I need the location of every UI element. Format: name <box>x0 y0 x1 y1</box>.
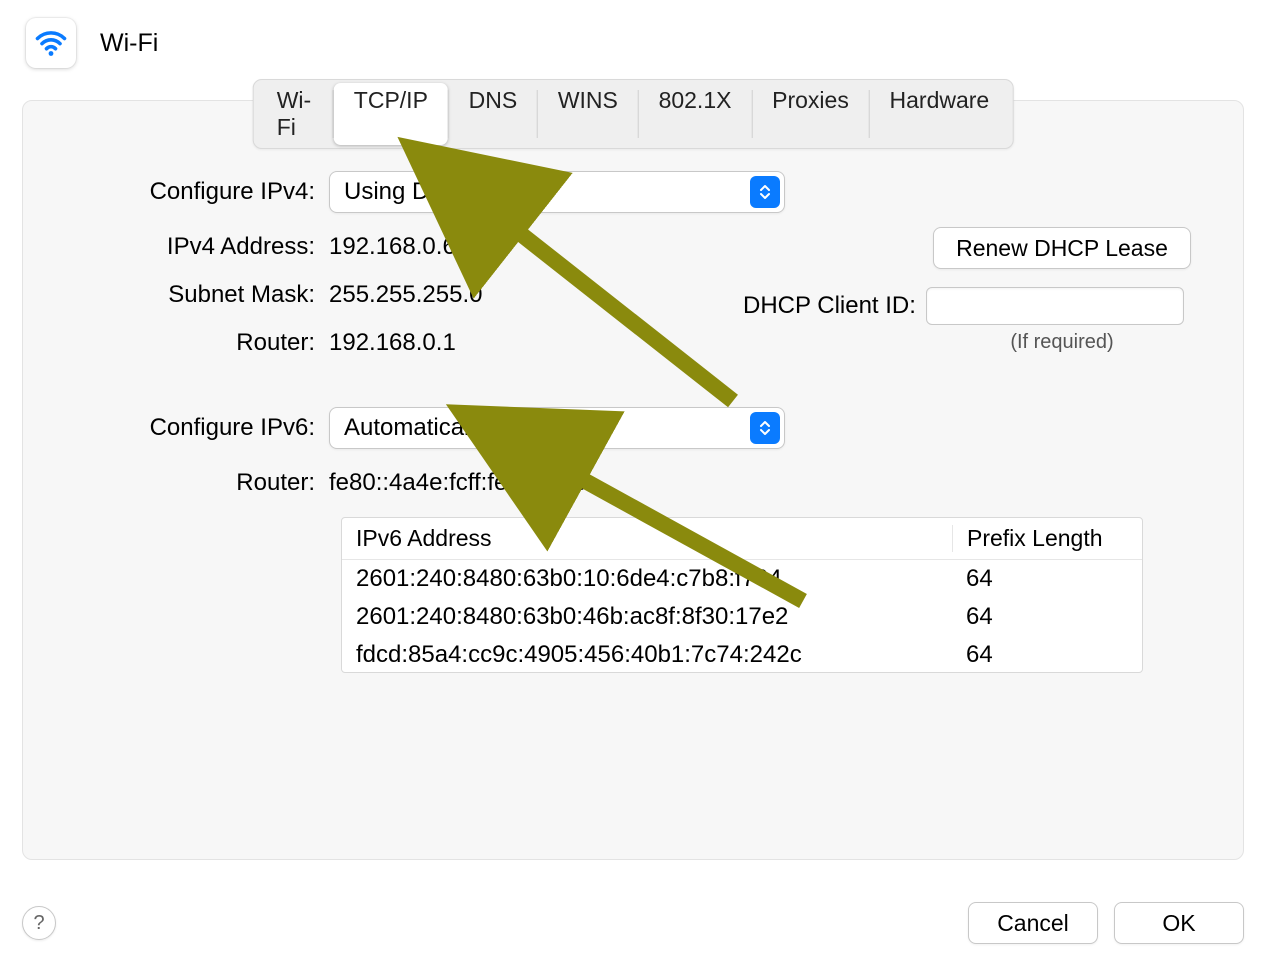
ipv6-router-label: Router: <box>71 469 329 497</box>
ipv4-address-label: IPv4 Address: <box>71 233 329 261</box>
ok-button[interactable]: OK <box>1114 902 1244 944</box>
configure-ipv6-select[interactable]: Automatically <box>329 407 785 449</box>
help-button[interactable]: ? <box>22 906 56 940</box>
header: Wi-Fi <box>0 0 1266 74</box>
main-panel-wrap: Wi-Fi TCP/IP DNS WINS 802.1X Proxies Har… <box>0 100 1266 860</box>
chevron-updown-icon <box>750 176 780 208</box>
ipv6-table-col-address[interactable]: IPv6 Address <box>342 525 952 552</box>
dhcp-client-id-input[interactable] <box>926 287 1184 325</box>
tab-bar: Wi-Fi TCP/IP DNS WINS 802.1X Proxies Har… <box>253 79 1014 149</box>
ipv6-router-value: fe80::4a4e:fcff:feb4:40fc <box>329 469 1195 497</box>
configure-ipv4-label: Configure IPv4: <box>71 178 329 206</box>
cancel-button[interactable]: Cancel <box>968 902 1098 944</box>
dhcp-actions: Renew DHCP Lease DHCP Client ID: (If req… <box>933 171 1195 354</box>
ipv6-table-col-prefix[interactable]: Prefix Length <box>952 525 1142 552</box>
renew-dhcp-lease-button[interactable]: Renew DHCP Lease <box>933 227 1191 269</box>
tab-proxies[interactable]: Proxies <box>752 83 869 145</box>
ipv6-address-table: IPv6 Address Prefix Length 2601:240:8480… <box>341 517 1143 673</box>
chevron-updown-icon <box>750 412 780 444</box>
ipv4-router-label: Router: <box>71 329 329 357</box>
table-row[interactable]: 2601:240:8480:63b0:46b:ac8f:8f30:17e2 64 <box>342 598 1142 636</box>
spacer <box>933 171 1195 227</box>
table-row[interactable]: fdcd:85a4:cc9c:4905:456:40b1:7c74:242c 6… <box>342 636 1142 673</box>
dhcp-client-id-label: DHCP Client ID: <box>743 292 916 320</box>
ipv6-cell-prefix: 64 <box>952 565 1142 593</box>
table-row[interactable]: 2601:240:8480:63b0:10:6de4:c7b8:f704 64 <box>342 560 1142 598</box>
ipv6-cell-addr: 2601:240:8480:63b0:10:6de4:c7b8:f704 <box>342 565 952 593</box>
tab-wins[interactable]: WINS <box>538 83 638 145</box>
ipv6-cell-prefix: 64 <box>952 641 1142 669</box>
footer: ? Cancel OK <box>0 902 1266 968</box>
configure-ipv6-label: Configure IPv6: <box>71 414 329 442</box>
configure-ipv6-value: Automatically <box>344 414 487 442</box>
tab-8021x[interactable]: 802.1X <box>639 83 752 145</box>
tab-hardware[interactable]: Hardware <box>870 83 1010 145</box>
ipv6-cell-addr: 2601:240:8480:63b0:46b:ac8f:8f30:17e2 <box>342 603 952 631</box>
section-spacer <box>71 377 1195 407</box>
configure-ipv4-value: Using DHCP <box>344 178 480 206</box>
configure-ipv4-select[interactable]: Using DHCP <box>329 171 785 213</box>
wifi-icon <box>26 18 76 68</box>
subnet-mask-label: Subnet Mask: <box>71 281 329 309</box>
main-panel: Wi-Fi TCP/IP DNS WINS 802.1X Proxies Har… <box>22 100 1244 860</box>
page-title: Wi-Fi <box>100 29 158 58</box>
ipv6-cell-addr: fdcd:85a4:cc9c:4905:456:40b1:7c74:242c <box>342 641 952 669</box>
tab-tcpip[interactable]: TCP/IP <box>334 83 448 145</box>
ipv6-cell-prefix: 64 <box>952 603 1142 631</box>
tab-wifi[interactable]: Wi-Fi <box>257 83 333 145</box>
dhcp-client-id-hint: (If required) <box>933 331 1191 354</box>
tab-dns[interactable]: DNS <box>449 83 538 145</box>
